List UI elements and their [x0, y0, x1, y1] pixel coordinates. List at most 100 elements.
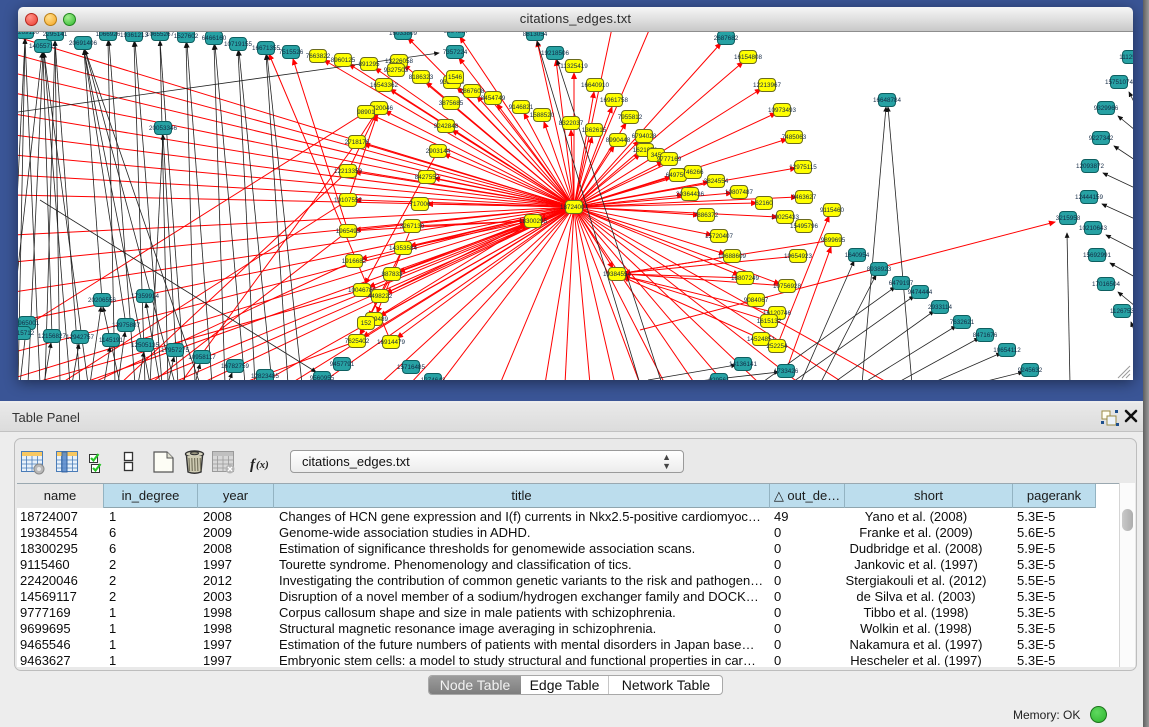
- svg-text:16671355: 16671355: [252, 45, 281, 52]
- svg-text:10807487: 10807487: [725, 189, 754, 196]
- svg-text:17359914: 17359914: [131, 293, 160, 300]
- svg-text:8471676: 8471676: [973, 332, 998, 339]
- svg-text:1615132: 1615132: [757, 318, 782, 325]
- svg-text:2295141: 2295141: [43, 32, 68, 38]
- svg-text:12505135: 12505135: [131, 342, 160, 349]
- svg-text:2867608: 2867608: [460, 88, 485, 95]
- svg-text:9245632: 9245632: [1018, 367, 1043, 374]
- svg-text:10654112: 10654112: [993, 347, 1021, 354]
- svg-text:17957275: 17957275: [161, 347, 190, 354]
- svg-text:8186323: 8186323: [409, 74, 434, 81]
- svg-text:62160: 62160: [755, 200, 773, 207]
- svg-text:10973493: 10973493: [768, 107, 797, 114]
- svg-text:891295: 891295: [358, 61, 380, 68]
- svg-text:1274643: 1274643: [421, 377, 446, 380]
- svg-text:7357224: 7357224: [443, 49, 468, 56]
- svg-text:7663822: 7663822: [306, 53, 331, 60]
- svg-text:18724007: 18724007: [560, 204, 589, 211]
- svg-text:3875685: 3875685: [439, 100, 464, 107]
- svg-text:252254: 252254: [766, 343, 788, 350]
- svg-text:12942757: 12942757: [66, 334, 95, 341]
- svg-text:16782759: 16782759: [221, 363, 250, 370]
- svg-text:19654923: 19654923: [784, 253, 813, 260]
- svg-text:16648784: 16648784: [873, 97, 902, 104]
- svg-text:1362615: 1362615: [582, 127, 607, 134]
- svg-text:746266: 746266: [682, 169, 704, 176]
- svg-text:12213359: 12213359: [334, 168, 363, 175]
- svg-text:8427552: 8427552: [415, 174, 440, 181]
- svg-text:2718176: 2718176: [345, 139, 370, 146]
- svg-text:1126753: 1126753: [1110, 308, 1133, 315]
- svg-text:1588520: 1588520: [530, 112, 555, 119]
- svg-text:12156827: 12156827: [38, 333, 67, 340]
- svg-text:10655267: 10655267: [146, 32, 175, 38]
- svg-text:18807249: 18807249: [731, 275, 760, 282]
- svg-text:9227342: 9227342: [1089, 135, 1114, 142]
- svg-text:9560955: 9560955: [310, 375, 335, 380]
- svg-text:15495796: 15495796: [790, 223, 819, 230]
- svg-text:15692991: 15692991: [1083, 252, 1112, 259]
- svg-text:6479197: 6479197: [889, 280, 914, 287]
- svg-text:18300295: 18300295: [519, 218, 548, 225]
- svg-text:8990448: 8990448: [606, 137, 631, 144]
- svg-text:10107552: 10107552: [334, 197, 363, 204]
- svg-text:16640910: 16640910: [581, 82, 610, 89]
- svg-text:19218506: 19218506: [541, 50, 570, 57]
- svg-text:9329966: 9329966: [1094, 105, 1119, 112]
- svg-text:15751074: 15751074: [1105, 79, 1133, 86]
- svg-text:16543362: 16543362: [370, 82, 399, 89]
- svg-text:929561: 929561: [708, 377, 730, 380]
- svg-text:887833: 887833: [381, 271, 403, 278]
- svg-text:1546: 1546: [448, 74, 463, 81]
- svg-text:10688609: 10688609: [718, 253, 747, 260]
- svg-text:14353584: 14353584: [389, 245, 418, 252]
- svg-text:7632621: 7632621: [950, 319, 975, 326]
- svg-text:1965493: 1965493: [336, 228, 361, 235]
- svg-text:9242848: 9242848: [434, 123, 459, 130]
- svg-text:12093872: 12093872: [1076, 163, 1105, 170]
- svg-text:7515526: 7515526: [279, 49, 304, 56]
- svg-text:10210643: 10210643: [1079, 225, 1108, 232]
- svg-text:3915712: 3915712: [18, 330, 35, 337]
- svg-text:10958117: 10958117: [188, 354, 216, 361]
- svg-text:1733426: 1733426: [774, 368, 799, 375]
- svg-text:15716485: 15716485: [397, 364, 426, 371]
- svg-text:1916682: 1916682: [342, 258, 367, 265]
- svg-text:7886372: 7886372: [694, 212, 719, 219]
- svg-text:14136141: 14136141: [729, 361, 758, 368]
- svg-text:12444159: 12444159: [1075, 194, 1104, 201]
- svg-text:2687682: 2687682: [714, 35, 739, 42]
- svg-text:9777169: 9777169: [657, 156, 682, 163]
- svg-text:7625402: 7625402: [345, 338, 370, 345]
- svg-text:6794028: 6794028: [632, 133, 657, 140]
- svg-text:14055712: 14055712: [29, 43, 58, 50]
- svg-text:10719155: 10719155: [224, 41, 253, 48]
- svg-text:20206556: 20206556: [88, 297, 117, 304]
- svg-text:16154808: 16154808: [734, 54, 763, 61]
- svg-text:2933114: 2933114: [928, 304, 953, 311]
- svg-text:717006: 717006: [409, 201, 431, 208]
- svg-text:9899695: 9899695: [821, 237, 846, 244]
- svg-text:16961758: 16961758: [600, 97, 629, 104]
- svg-text:1112587: 1112587: [1119, 54, 1133, 61]
- svg-text:1145191: 1145191: [99, 337, 124, 344]
- svg-text:12975115: 12975115: [789, 164, 817, 171]
- svg-text:3215958: 3215958: [1056, 215, 1081, 222]
- svg-text:1640954: 1640954: [845, 252, 870, 259]
- svg-text:8454749: 8454749: [481, 95, 506, 102]
- svg-text:7485063: 7485063: [782, 134, 807, 141]
- svg-text:3824554: 3824554: [704, 178, 729, 185]
- svg-text:26269150: 26269150: [18, 32, 39, 36]
- svg-text:9146821: 9146821: [509, 104, 534, 111]
- svg-text:3267130: 3267130: [400, 223, 425, 230]
- svg-text:8938923: 8938923: [867, 266, 892, 273]
- svg-text:16914479: 16914479: [377, 339, 406, 346]
- svg-text:20691406: 20691406: [69, 40, 98, 47]
- svg-text:98901: 98901: [357, 109, 375, 116]
- svg-text:9327503: 9327503: [384, 67, 409, 74]
- svg-text:8960125: 8960125: [331, 57, 356, 64]
- svg-text:152: 152: [361, 320, 372, 327]
- svg-text:4498222: 4498222: [368, 293, 393, 300]
- svg-text:10025433: 10025433: [771, 214, 800, 221]
- svg-text:9463627: 9463627: [792, 194, 817, 201]
